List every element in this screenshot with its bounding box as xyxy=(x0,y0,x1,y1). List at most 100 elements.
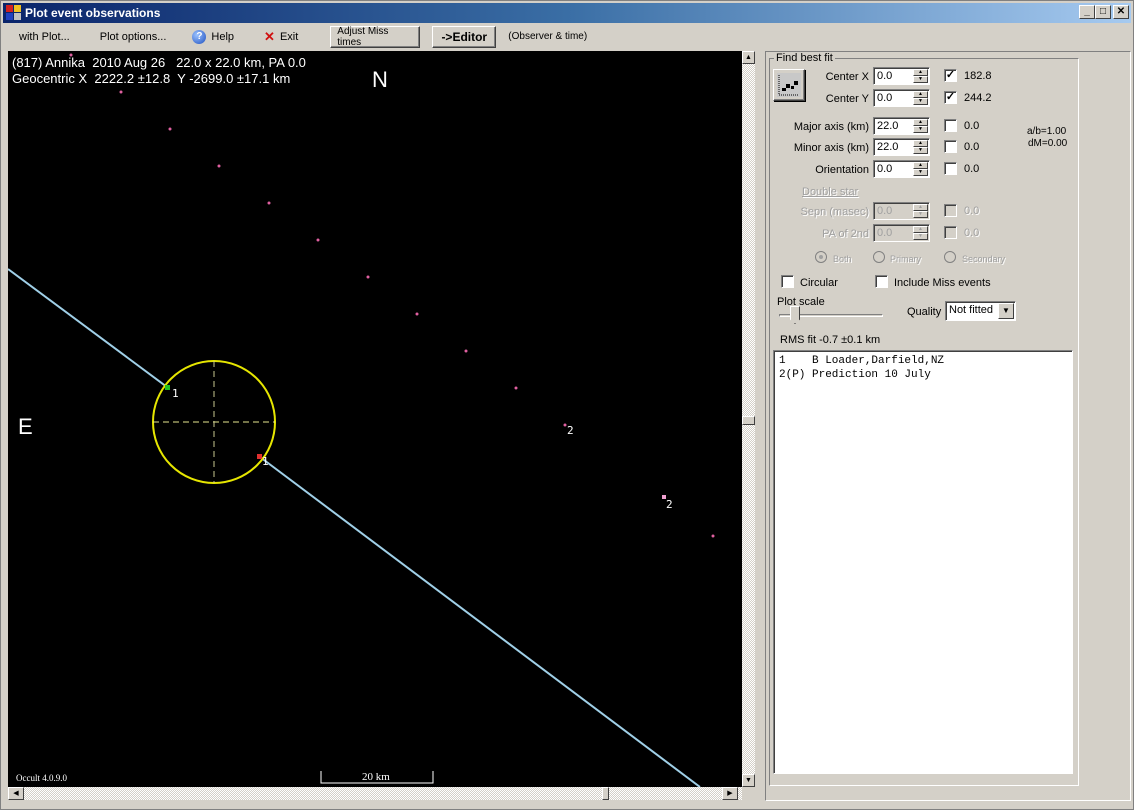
dropdown-arrow-icon[interactable]: ▼ xyxy=(998,303,1014,319)
center-y-input[interactable]: 0.0 ▲ ▼ xyxy=(873,89,930,107)
sepn-input: 0.0 ▲ ▼ xyxy=(873,202,930,220)
center-x-checkbox[interactable]: ✓ xyxy=(944,69,957,82)
major-axis-input[interactable]: 22.0 ▲ ▼ xyxy=(873,117,930,135)
major-axis-result: 0.0 xyxy=(964,120,980,132)
east-label: E xyxy=(18,414,33,439)
radio-secondary xyxy=(944,251,956,263)
major-axis-up[interactable]: ▲ xyxy=(913,119,928,126)
pa-2nd-result: 0.0 xyxy=(964,227,980,239)
radio-both-label: Both xyxy=(833,254,852,264)
major-axis-checkbox[interactable] xyxy=(944,119,957,132)
menu-exit-label: Exit xyxy=(279,30,299,43)
prediction-dot xyxy=(168,127,172,131)
orientation-input[interactable]: 0.0 ▲ ▼ xyxy=(873,160,930,178)
sepn-result: 0.0 xyxy=(964,205,980,217)
center-y-label: Center Y xyxy=(825,93,869,105)
major-axis-down[interactable]: ▼ xyxy=(913,126,928,133)
rms-fit-label: RMS fit -0.7 ±0.1 km xyxy=(780,334,881,346)
plot-header-line1: (817) Annika 2010 Aug 26 22.0 x 22.0 km,… xyxy=(12,55,306,70)
prediction-dot xyxy=(514,386,518,390)
maximize-button[interactable]: □ xyxy=(1095,5,1111,19)
observer-list[interactable]: 1 B Loader,Darfield,NZ 2(P) Prediction 1… xyxy=(773,350,1073,774)
scroll-down-button[interactable]: ▼ xyxy=(742,774,755,787)
prediction-dot xyxy=(217,164,221,168)
center-y-up[interactable]: ▲ xyxy=(913,91,928,98)
menu-help[interactable]: ? Help xyxy=(186,26,240,48)
menu-exit[interactable]: ✕ Exit xyxy=(258,26,304,48)
menu-plot-options[interactable]: Plot options... xyxy=(94,26,173,48)
pa-2nd-label: PA of 2nd xyxy=(822,228,869,240)
minor-axis-up[interactable]: ▲ xyxy=(913,140,928,147)
minor-axis-result: 0.0 xyxy=(964,141,980,153)
help-icon: ? xyxy=(192,29,207,44)
prediction-dot xyxy=(711,534,715,538)
adjust-miss-times-button[interactable]: Adjust Miss times xyxy=(330,25,421,48)
minor-axis-input[interactable]: 22.0 ▲ ▼ xyxy=(873,138,930,156)
center-x-input[interactable]: 0.0 ▲ ▼ xyxy=(873,67,930,85)
version-label: Occult 4.0.9.0 xyxy=(16,773,67,783)
prediction-dot xyxy=(366,275,370,279)
minor-axis-value: 22.0 xyxy=(877,141,899,153)
radio-both xyxy=(815,251,827,263)
radio-primary xyxy=(873,251,885,263)
center-x-down[interactable]: ▼ xyxy=(913,76,928,83)
include-miss-checkbox[interactable] xyxy=(875,275,888,288)
vertical-scroll-thumb[interactable] xyxy=(742,416,755,425)
quality-select[interactable]: Not fitted ▼ xyxy=(945,301,1016,321)
pa-2nd-checkbox xyxy=(944,226,957,239)
prediction-dot xyxy=(415,312,419,316)
circular-label: Circular xyxy=(800,277,838,289)
horizontal-scroll-thumb[interactable] xyxy=(602,787,609,800)
observer-list-item[interactable]: 1 B Loader,Darfield,NZ xyxy=(779,354,1072,368)
menu-with-plot[interactable]: with Plot... xyxy=(13,26,76,48)
sepn-down: ▼ xyxy=(913,211,928,218)
scale-bar-label: 20 km xyxy=(362,771,390,783)
sepn-up: ▲ xyxy=(913,204,928,211)
exit-x-icon: ✕ xyxy=(264,28,275,44)
plot-horizontal-scrollbar[interactable]: ◀ ▶ xyxy=(8,787,742,800)
minimize-button[interactable]: _ xyxy=(1079,5,1095,19)
app-icon xyxy=(6,5,22,21)
pa-2nd-up: ▲ xyxy=(913,226,928,233)
sepn-value: 0.0 xyxy=(877,205,893,217)
editor-button[interactable]: ->Editor xyxy=(432,25,497,48)
prediction-label-1: 2 xyxy=(567,424,574,437)
minor-axis-down[interactable]: ▼ xyxy=(913,147,928,154)
plot-header-line2: Geocentric X 2222.2 ±12.8 Y -2699.0 ±17.… xyxy=(12,71,291,86)
observer-list-item[interactable]: 2(P) Prediction 10 July xyxy=(779,368,1072,382)
window-title: Plot event observations xyxy=(25,6,161,20)
observer-time-label: (Observer & time) xyxy=(508,31,588,42)
scroll-left-button[interactable]: ◀ xyxy=(8,787,24,800)
close-button[interactable]: ✕ xyxy=(1113,5,1129,19)
plot-vertical-scrollbar[interactable]: ▲ ▼ xyxy=(742,51,755,787)
quality-label: Quality xyxy=(907,306,942,318)
center-y-checkbox[interactable]: ✓ xyxy=(944,91,957,104)
pa-2nd-value: 0.0 xyxy=(877,227,893,239)
center-x-value: 0.0 xyxy=(877,70,893,82)
center-y-value: 0.0 xyxy=(877,92,893,104)
prediction-dot xyxy=(119,90,123,94)
orientation-down[interactable]: ▼ xyxy=(913,169,928,176)
chord-line-before xyxy=(8,268,168,388)
center-x-result: 182.8 xyxy=(964,70,992,82)
sepn-label: Sepn (masec) xyxy=(800,206,869,218)
pa-2nd-input: 0.0 ▲ ▼ xyxy=(873,224,930,242)
scroll-up-button[interactable]: ▲ xyxy=(742,51,755,64)
plot-svg xyxy=(8,53,715,787)
orientation-up[interactable]: ▲ xyxy=(913,162,928,169)
scroll-right-button[interactable]: ▶ xyxy=(722,787,738,800)
find-best-fit-button[interactable] xyxy=(773,69,805,101)
adjust-miss-times-label: Adjust Miss times xyxy=(337,25,389,48)
plot-window: Plot event observations _ □ ✕ with Plot.… xyxy=(0,0,1134,810)
prediction-dot xyxy=(316,238,320,242)
orientation-checkbox[interactable] xyxy=(944,162,957,175)
prediction-path-dots xyxy=(69,53,715,538)
center-y-down[interactable]: ▼ xyxy=(913,98,928,105)
circular-checkbox[interactable] xyxy=(781,275,794,288)
include-miss-label: Include Miss events xyxy=(894,277,991,289)
center-x-up[interactable]: ▲ xyxy=(913,69,928,76)
minor-axis-checkbox[interactable] xyxy=(944,140,957,153)
plot-canvas[interactable]: (817) Annika 2010 Aug 26 22.0 x 22.0 km,… xyxy=(8,51,742,787)
chord-label-r: 1 xyxy=(262,455,269,468)
chart-fit-icon xyxy=(777,73,801,97)
